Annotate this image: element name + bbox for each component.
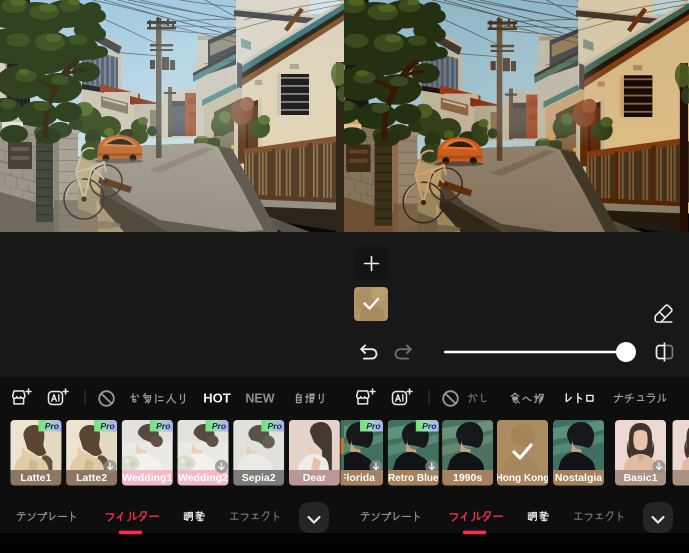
svg-text:Latte1: Latte1 [20,472,51,484]
svg-text:Wedding2: Wedding2 [178,472,228,484]
svg-text:Pro: Pro [156,421,170,431]
svg-text:Pro: Pro [268,421,282,431]
svg-text:Wedding1: Wedding1 [122,472,172,484]
svg-text:Pro: Pro [366,421,380,431]
svg-text:Hong Kong: Hong Kong [496,473,550,484]
svg-text:Retro Blue: Retro Blue [388,473,439,484]
svg-text:Pro: Pro [422,421,436,431]
svg-text:Sepia2: Sepia2 [242,472,276,484]
svg-text:Florida: Florida [340,472,375,484]
svg-text:HOT: HOT [203,391,231,406]
svg-text:Dear: Dear [303,472,326,484]
svg-text:Pro: Pro [45,421,59,431]
svg-text:Pro: Pro [212,421,226,431]
svg-text:Latte2: Latte2 [76,472,107,484]
svg-text:Basic1: Basic1 [624,472,658,484]
svg-text:1990s: 1990s [453,472,482,484]
svg-text:Nostalgia: Nostalgia [555,472,602,484]
svg-text:NEW: NEW [245,392,274,406]
svg-text:Pro: Pro [100,421,114,431]
